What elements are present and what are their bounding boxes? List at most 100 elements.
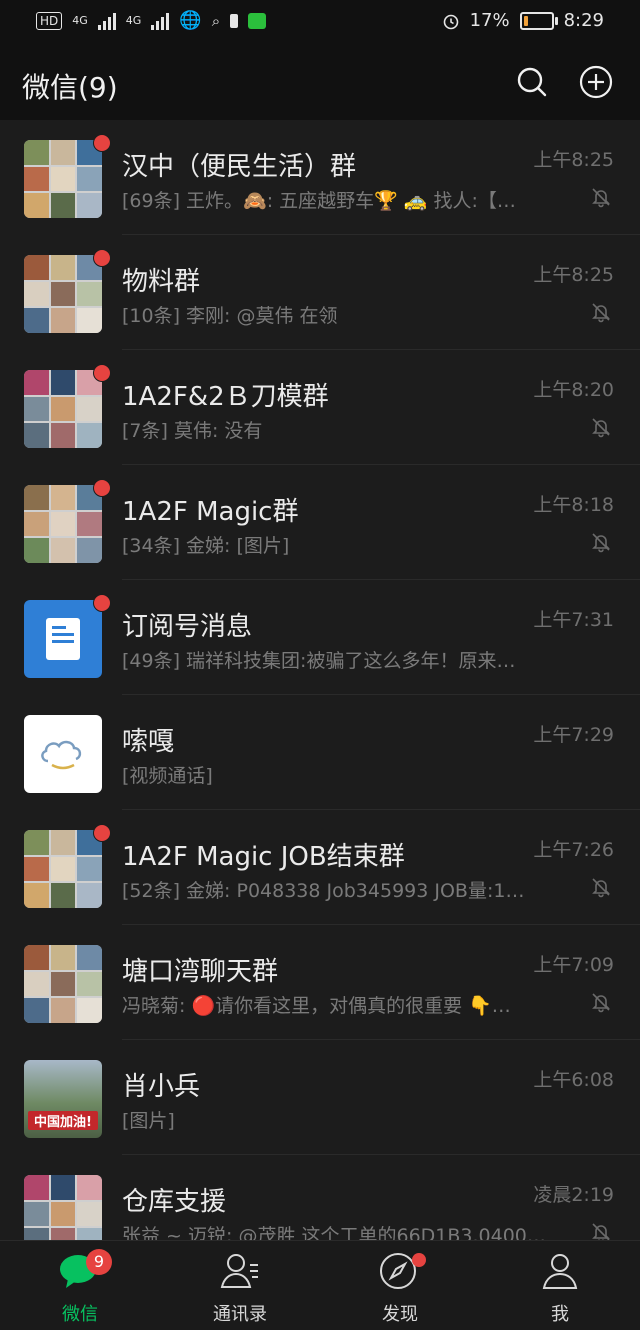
chat-avatar bbox=[24, 485, 102, 563]
search-small-icon: ⌕ bbox=[211, 11, 221, 30]
tab-contacts[interactable]: 通讯录 bbox=[180, 1251, 300, 1326]
battery-percent: 17% bbox=[469, 10, 510, 31]
unread-dot bbox=[93, 824, 111, 842]
chat-row[interactable]: 仓库支援 凌晨2:19 张益 ~ 迈锐: @茂胜 这个工单的66D1B3.0400… bbox=[0, 1155, 640, 1240]
globe-icon: 🌐 bbox=[179, 10, 202, 31]
tab-label: 微信 bbox=[62, 1304, 98, 1325]
chat-row[interactable]: 1A2F Magic群 上午8:18 [34条] 金娣: [图片] bbox=[0, 465, 640, 580]
chat-preview: [69条] 王炸。🙈: 五座越野车🏆 🚕 找人:【… bbox=[122, 190, 516, 212]
chat-preview: [视频通话] bbox=[122, 765, 213, 787]
app-notification-icon bbox=[248, 12, 267, 29]
chat-row[interactable]: 物料群 上午8:25 [10条] 李刚: @莫伟 在领 bbox=[0, 235, 640, 350]
chat-time: 上午8:25 bbox=[533, 149, 614, 171]
chat-preview: [34条] 金娣: [图片] bbox=[122, 535, 290, 557]
muted-bell-icon bbox=[590, 876, 612, 898]
add-button[interactable] bbox=[576, 62, 616, 102]
avatar-caption: 中国加油! bbox=[28, 1111, 98, 1130]
alarm-icon bbox=[443, 14, 458, 29]
unread-badge: 9 bbox=[86, 1249, 112, 1275]
battery-icon bbox=[519, 11, 558, 30]
chat-avatar bbox=[24, 715, 102, 793]
tab-label: 通讯录 bbox=[213, 1304, 267, 1325]
muted-bell-icon bbox=[590, 1221, 612, 1240]
chat-time: 上午8:18 bbox=[533, 494, 614, 516]
contacts-icon bbox=[220, 1254, 258, 1288]
chat-time: 上午7:26 bbox=[533, 839, 614, 861]
chat-row[interactable]: 1A2F Magic JOB结束群 上午7:26 [52条] 金娣: P048338… bbox=[0, 810, 640, 925]
tab-label: 发现 bbox=[382, 1304, 418, 1325]
chat-avatar bbox=[24, 255, 102, 333]
chat-row[interactable]: 1A2F&2Ｂ刀模群 上午8:20 [7条] 莫伟: 没有 bbox=[0, 350, 640, 465]
cloud-icon bbox=[41, 740, 82, 770]
hd-indicator: HD bbox=[36, 11, 63, 30]
chat-name: 嗦嘎 bbox=[122, 727, 175, 757]
search-icon bbox=[517, 67, 547, 97]
chat-avatar bbox=[24, 370, 102, 448]
clock: 8:29 bbox=[563, 10, 604, 31]
muted-bell-icon bbox=[590, 301, 612, 323]
chat-name: 1A2F&2Ｂ刀模群 bbox=[122, 382, 329, 412]
tab-me[interactable]: 我 bbox=[500, 1251, 620, 1326]
chat-name: 汉中（便民生活）群 bbox=[122, 152, 357, 182]
chat-preview: [52条] 金娣: P048338 Job345993 JOB量:1… bbox=[122, 880, 525, 902]
tab-discover[interactable]: 发现 bbox=[340, 1251, 460, 1326]
chat-time: 上午6:08 bbox=[533, 1069, 614, 1091]
battery-saver-icon bbox=[230, 13, 239, 28]
chat-preview: 张益 ~ 迈锐: @茂胜 这个工单的66D1B3.0400… bbox=[122, 1225, 546, 1240]
top-bar: 微信(9) bbox=[0, 44, 640, 120]
chat-name: 物料群 bbox=[122, 267, 201, 297]
unread-dot bbox=[93, 134, 111, 152]
plus-circle-icon bbox=[579, 65, 613, 99]
unread-dot bbox=[93, 479, 111, 497]
chat-row[interactable]: 塘口湾聊天群 上午7:09 冯晓菊: 🔴请你看这里，对偶真的很重要 👇… bbox=[0, 925, 640, 1040]
tab-label: 我 bbox=[551, 1304, 569, 1325]
network-type-2: 4G bbox=[125, 14, 142, 27]
chat-avatar bbox=[24, 830, 102, 908]
chat-avatar bbox=[24, 945, 102, 1023]
chat-name: 1A2F Magic群 bbox=[122, 497, 299, 527]
chat-name: 仓库支援 bbox=[122, 1187, 227, 1217]
network-type: 4G bbox=[72, 14, 88, 27]
new-dot bbox=[412, 1253, 426, 1267]
chat-preview: [7条] 莫伟: 没有 bbox=[122, 420, 263, 442]
chat-time: 上午7:31 bbox=[533, 609, 614, 631]
signal-icon-2 bbox=[151, 12, 170, 30]
chat-row[interactable]: 汉中（便民生活）群 上午8:25 [69条] 王炸。🙈: 五座越野车🏆 🚕 找人:【… bbox=[0, 120, 640, 235]
chat-preview: [10条] 李刚: @莫伟 在领 bbox=[122, 305, 338, 327]
search-button[interactable] bbox=[512, 62, 552, 102]
chat-row[interactable]: 中国加油! 肖小兵 上午6:08 [图片] bbox=[0, 1040, 640, 1155]
chat-time: 上午7:09 bbox=[533, 954, 614, 976]
document-icon bbox=[46, 618, 80, 660]
chat-name: 肖小兵 bbox=[122, 1072, 201, 1102]
person-icon bbox=[542, 1254, 578, 1289]
status-bar: HD 4G 4G 🌐 ⌕ 17% 8:29 bbox=[0, 0, 640, 44]
chat-time: 上午8:20 bbox=[533, 379, 614, 401]
chat-list[interactable]: 汉中（便民生活）群 上午8:25 [69条] 王炸。🙈: 五座越野车🏆 🚕 找人:【… bbox=[0, 120, 640, 1240]
chat-row[interactable]: 嗦嘎 上午7:29 [视频通话] bbox=[0, 695, 640, 810]
unread-dot bbox=[93, 364, 111, 382]
chat-name: 塘口湾聊天群 bbox=[122, 957, 279, 987]
bottom-tab-bar: 9 微信 通讯录 发现 我 bbox=[0, 1240, 640, 1330]
chat-avatar bbox=[24, 600, 102, 678]
chat-preview: 冯晓菊: 🔴请你看这里，对偶真的很重要 👇… bbox=[122, 995, 511, 1017]
signal-icon bbox=[97, 12, 116, 30]
chat-preview: [49条] 瑞祥科技集团:被骗了这么多年！原来… bbox=[122, 650, 516, 672]
chat-preview: [图片] bbox=[122, 1110, 175, 1132]
chat-avatar bbox=[24, 140, 102, 218]
chat-avatar: 中国加油! bbox=[24, 1060, 102, 1138]
chat-avatar bbox=[24, 1175, 102, 1240]
unread-dot bbox=[93, 249, 111, 267]
chat-name: 1A2F Magic JOB结束群 bbox=[122, 842, 405, 872]
tab-chats[interactable]: 9 微信 bbox=[20, 1249, 140, 1326]
muted-bell-icon bbox=[590, 531, 612, 553]
muted-bell-icon bbox=[590, 186, 612, 208]
muted-bell-icon bbox=[590, 416, 612, 438]
chat-time: 上午8:25 bbox=[533, 264, 614, 286]
unread-dot bbox=[93, 594, 111, 612]
chat-time: 上午7:29 bbox=[533, 724, 614, 746]
chat-name: 订阅号消息 bbox=[122, 612, 253, 642]
chat-row[interactable]: 订阅号消息 上午7:31 [49条] 瑞祥科技集团:被骗了这么多年！原来… bbox=[0, 580, 640, 695]
muted-bell-icon bbox=[590, 991, 612, 1013]
page-title: 微信(9) bbox=[22, 71, 118, 104]
chat-time: 凌晨2:19 bbox=[533, 1184, 614, 1206]
